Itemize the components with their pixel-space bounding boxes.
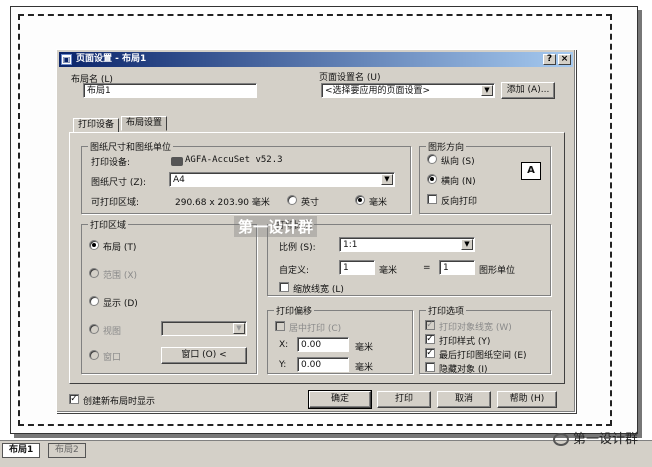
- paper-size-value: A4: [173, 175, 185, 185]
- page-setup-name-label: 页面设置名 (U): [319, 73, 381, 83]
- orientation-group: 图形方向: [419, 140, 551, 214]
- page-setup-name-value: <选择要应用的页面设置>: [325, 86, 431, 96]
- help-button[interactable]: 帮助 (H): [497, 391, 557, 408]
- plot-limits-radio[interactable]: [89, 268, 99, 278]
- tab-layout-settings[interactable]: 布局设置: [121, 116, 168, 131]
- plot-offset-group-title: 打印偏移: [274, 304, 315, 317]
- hide-objects-checkbox[interactable]: [425, 362, 435, 372]
- view-select[interactable]: ▼: [161, 321, 247, 336]
- landscape-label: 横向 (N): [441, 177, 476, 187]
- plot-window-label: 窗口: [103, 353, 122, 363]
- layout-name-input[interactable]: 布局1: [83, 83, 257, 98]
- paperspace-last-label: 最后打印图纸空间 (E): [439, 351, 527, 361]
- page-setup-name-select[interactable]: <选择要应用的页面设置> ▼: [321, 83, 495, 98]
- plot-lineweights-checkbox[interactable]: ✓: [425, 320, 435, 330]
- custom-scale-mm-unit: 毫米: [379, 266, 398, 276]
- portrait-radio[interactable]: [427, 154, 437, 164]
- layout-tab-1[interactable]: 布局1: [2, 443, 41, 458]
- plot-window-radio[interactable]: [89, 350, 99, 360]
- plot-area-group-title: 打印区域: [88, 218, 129, 231]
- offset-x-label: X:: [279, 340, 289, 350]
- scale-select[interactable]: 1:1 ▼: [339, 237, 475, 252]
- ok-button[interactable]: 确定: [308, 390, 372, 409]
- show-on-new-layout-label: 创建新布局时显示: [83, 397, 156, 407]
- plot-limits-label: 范围 (X): [103, 271, 138, 281]
- plot-view-radio[interactable]: [89, 324, 99, 334]
- scale-label: 比例 (S):: [279, 243, 316, 253]
- chevron-down-icon[interactable]: ▼: [481, 85, 493, 96]
- inches-label: 英寸: [301, 198, 320, 208]
- plot-device-value: AGFA-AccuSet v52.3: [185, 155, 283, 165]
- landscape-radio[interactable]: [427, 174, 437, 184]
- plot-display-label: 显示 (D): [103, 299, 138, 309]
- custom-scale-units-input[interactable]: 1: [439, 260, 475, 275]
- millimeters-radio[interactable]: [355, 195, 365, 205]
- orientation-preview-icon: A: [521, 162, 541, 180]
- dialog-title: 页面设置 - 布局1: [76, 54, 147, 64]
- plot-styles-checkbox[interactable]: ✓: [425, 334, 435, 344]
- plot-device-label: 打印设备:: [91, 158, 131, 168]
- scale-value: 1:1: [343, 240, 358, 250]
- inches-radio[interactable]: [287, 195, 297, 205]
- chevron-down-icon[interactable]: ▼: [461, 239, 473, 250]
- app-icon: ▣: [61, 54, 72, 65]
- brand-name: 第一设计群: [572, 432, 638, 447]
- plot-layout-label: 布局 (T): [103, 243, 137, 253]
- window-pick-button[interactable]: 窗口 (O) <: [161, 347, 247, 364]
- paper-shadow: [14, 434, 642, 438]
- portrait-label: 纵向 (S): [441, 157, 475, 167]
- printable-area-value: 290.68 x 203.90 毫米: [175, 198, 270, 208]
- scale-lineweights-checkbox[interactable]: [279, 282, 289, 292]
- close-icon[interactable]: ×: [558, 54, 571, 65]
- show-on-new-layout-checkbox[interactable]: ✓: [69, 394, 79, 404]
- offset-y-input[interactable]: 0.00: [297, 357, 349, 372]
- millimeters-label: 毫米: [369, 198, 388, 208]
- scale-lineweights-label: 缩放线宽 (L): [293, 285, 344, 295]
- center-plot-label: 居中打印 (C): [289, 324, 342, 334]
- plotter-icon: [171, 157, 183, 166]
- offset-y-unit: 毫米: [355, 363, 374, 373]
- chevron-down-icon[interactable]: ▼: [381, 174, 393, 185]
- orientation-group-title: 图形方向: [426, 140, 467, 153]
- watermark: 第一设计群: [234, 216, 318, 237]
- plot-lineweights-label: 打印对象线宽 (W): [439, 323, 512, 333]
- layout-tab-2[interactable]: 布局2: [48, 443, 86, 458]
- paper-size-label: 图纸尺寸 (Z):: [91, 178, 147, 188]
- custom-scale-mm-input[interactable]: 1: [339, 260, 375, 275]
- reverse-plot-label: 反向打印: [441, 197, 478, 207]
- center-plot-checkbox[interactable]: [275, 321, 285, 331]
- title-bar[interactable]: ▣ 页面设置 - 布局1 ? ×: [59, 52, 573, 67]
- printable-area-label: 可打印区域:: [91, 198, 140, 208]
- paperspace-last-checkbox[interactable]: ✓: [425, 348, 435, 358]
- equals-sign: =: [423, 263, 431, 273]
- hide-objects-label: 隐藏对象 (I): [439, 365, 488, 375]
- plot-button[interactable]: 打印: [377, 391, 431, 408]
- plot-view-label: 视图: [103, 327, 122, 337]
- plot-styles-label: 打印样式 (Y): [439, 337, 491, 347]
- plot-options-group-title: 打印选项: [426, 304, 467, 317]
- offset-y-label: Y:: [279, 360, 287, 370]
- plot-display-radio[interactable]: [89, 296, 99, 306]
- wechat-icon: [552, 433, 569, 446]
- custom-scale-label: 自定义:: [279, 266, 310, 276]
- paper-size-select[interactable]: A4 ▼: [169, 172, 395, 187]
- reverse-plot-checkbox[interactable]: [427, 194, 437, 204]
- help-icon[interactable]: ?: [543, 54, 556, 65]
- offset-x-unit: 毫米: [355, 343, 374, 353]
- plot-layout-radio[interactable]: [89, 240, 99, 250]
- paper-size-group-title: 图纸尺寸和图纸单位: [88, 140, 174, 153]
- brand-mark: 第一设计群: [552, 428, 638, 447]
- chevron-down-icon[interactable]: ▼: [233, 323, 245, 334]
- add-page-setup-button[interactable]: 添加 (A)...: [501, 82, 555, 99]
- cancel-button[interactable]: 取消: [437, 391, 491, 408]
- paper-shadow: [638, 10, 642, 438]
- drawing-units-label: 图形单位: [479, 266, 516, 276]
- offset-x-input[interactable]: 0.00: [297, 337, 349, 352]
- tab-plot-device[interactable]: 打印设备: [73, 118, 120, 133]
